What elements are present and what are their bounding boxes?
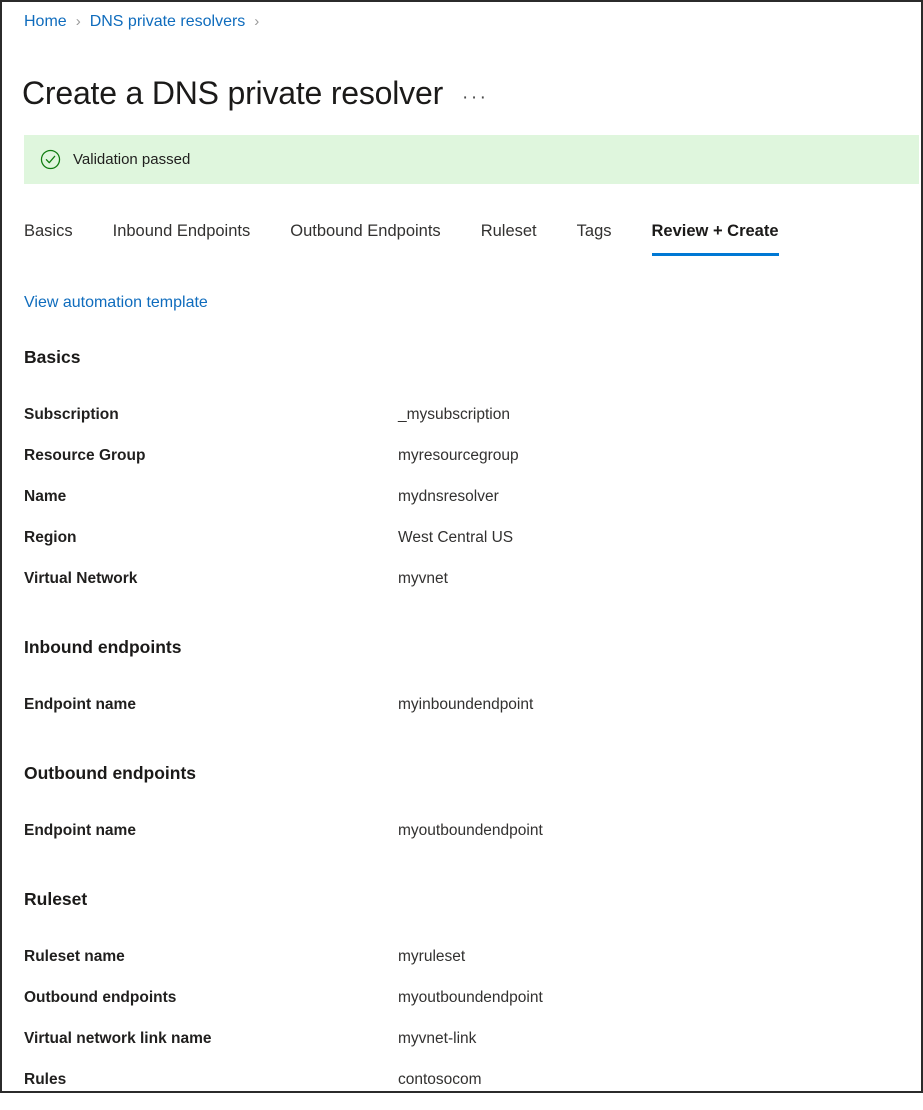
spacer bbox=[24, 735, 904, 761]
tab-inbound-endpoints-label: Inbound Endpoints bbox=[113, 222, 251, 240]
table-row: Endpoint name myinboundendpoint bbox=[24, 694, 904, 735]
section-inbound-endpoints-title: Inbound endpoints bbox=[24, 635, 904, 659]
spacer bbox=[24, 369, 904, 404]
row-key: Subscription bbox=[24, 404, 398, 425]
table-row: Virtual network link name myvnet-link bbox=[24, 1028, 904, 1069]
chevron-right-icon: › bbox=[76, 12, 81, 32]
row-value: myinboundendpoint bbox=[398, 694, 533, 715]
tab-ruleset[interactable]: Ruleset bbox=[481, 220, 537, 256]
row-key: Region bbox=[24, 527, 398, 548]
breadcrumb-item-home[interactable]: Home bbox=[24, 12, 67, 32]
row-key: Rules bbox=[24, 1069, 398, 1090]
spacer bbox=[24, 609, 904, 635]
table-row: Rules contosocom bbox=[24, 1069, 904, 1110]
row-value: myoutboundendpoint bbox=[398, 820, 543, 841]
row-key: Endpoint name bbox=[24, 694, 398, 715]
row-key: Name bbox=[24, 486, 398, 507]
table-row: Subscription _mysubscription bbox=[24, 404, 904, 445]
row-key: Virtual network link name bbox=[24, 1028, 398, 1049]
breadcrumb-item-dns-private-resolvers[interactable]: DNS private resolvers bbox=[90, 12, 246, 32]
tab-basics[interactable]: Basics bbox=[24, 220, 73, 256]
table-row: Region West Central US bbox=[24, 527, 904, 568]
row-value: myruleset bbox=[398, 946, 465, 967]
breadcrumb: Home › DNS private resolvers › bbox=[24, 12, 268, 32]
row-value: myvnet bbox=[398, 568, 448, 589]
tab-outbound-endpoints[interactable]: Outbound Endpoints bbox=[290, 220, 440, 256]
row-value: myresourcegroup bbox=[398, 445, 519, 466]
section-ruleset: Ruleset Ruleset name myruleset Outbound … bbox=[24, 887, 904, 1110]
more-options-button[interactable]: ··· bbox=[462, 93, 488, 103]
tab-tags[interactable]: Tags bbox=[577, 220, 612, 256]
row-value: myoutboundendpoint bbox=[398, 987, 543, 1008]
spacer bbox=[24, 314, 904, 345]
table-row: Resource Group myresourcegroup bbox=[24, 445, 904, 486]
tab-tags-label: Tags bbox=[577, 222, 612, 240]
row-value: mydnsresolver bbox=[398, 486, 499, 507]
row-key: Ruleset name bbox=[24, 946, 398, 967]
spacer bbox=[24, 911, 904, 946]
page-root: Home › DNS private resolvers › Create a … bbox=[0, 0, 923, 1093]
chevron-right-icon-2: › bbox=[254, 12, 259, 32]
tab-inbound-endpoints[interactable]: Inbound Endpoints bbox=[113, 220, 251, 256]
section-basics-title: Basics bbox=[24, 345, 904, 369]
row-key: Resource Group bbox=[24, 445, 398, 466]
validation-status-text: Validation passed bbox=[73, 150, 190, 170]
row-key: Outbound endpoints bbox=[24, 987, 398, 1008]
table-row: Name mydnsresolver bbox=[24, 486, 904, 527]
tab-outbound-endpoints-label: Outbound Endpoints bbox=[290, 222, 440, 240]
section-outbound-endpoints-title: Outbound endpoints bbox=[24, 761, 904, 785]
tab-review-create-label: Review + Create bbox=[652, 222, 779, 240]
section-basics: Basics Subscription _mysubscription Reso… bbox=[24, 345, 904, 609]
spacer bbox=[24, 659, 904, 694]
validation-banner: Validation passed bbox=[24, 135, 919, 184]
row-value: contosocom bbox=[398, 1069, 482, 1090]
review-summary: View automation template Basics Subscrip… bbox=[24, 292, 904, 1110]
spacer bbox=[24, 861, 904, 887]
table-row: Ruleset name myruleset bbox=[24, 946, 904, 987]
section-outbound-endpoints: Outbound endpoints Endpoint name myoutbo… bbox=[24, 761, 904, 861]
row-value: West Central US bbox=[398, 527, 513, 548]
row-value: myvnet-link bbox=[398, 1028, 476, 1049]
table-row: Outbound endpoints myoutboundendpoint bbox=[24, 987, 904, 1028]
page-title: Create a DNS private resolver bbox=[22, 73, 443, 113]
tab-ruleset-label: Ruleset bbox=[481, 222, 537, 240]
row-key: Endpoint name bbox=[24, 820, 398, 841]
wizard-tabs: Basics Inbound Endpoints Outbound Endpoi… bbox=[24, 209, 779, 256]
title-row: Create a DNS private resolver ··· bbox=[22, 52, 489, 135]
view-automation-template-link[interactable]: View automation template bbox=[24, 292, 208, 314]
section-ruleset-title: Ruleset bbox=[24, 887, 904, 911]
table-row: Endpoint name myoutboundendpoint bbox=[24, 820, 904, 861]
tab-review-create[interactable]: Review + Create bbox=[652, 220, 779, 256]
row-value: _mysubscription bbox=[398, 404, 510, 425]
check-circle-icon bbox=[40, 149, 61, 170]
tab-basics-label: Basics bbox=[24, 222, 73, 240]
spacer bbox=[24, 785, 904, 820]
row-key: Virtual Network bbox=[24, 568, 398, 589]
section-inbound-endpoints: Inbound endpoints Endpoint name myinboun… bbox=[24, 635, 904, 735]
table-row: Virtual Network myvnet bbox=[24, 568, 904, 609]
